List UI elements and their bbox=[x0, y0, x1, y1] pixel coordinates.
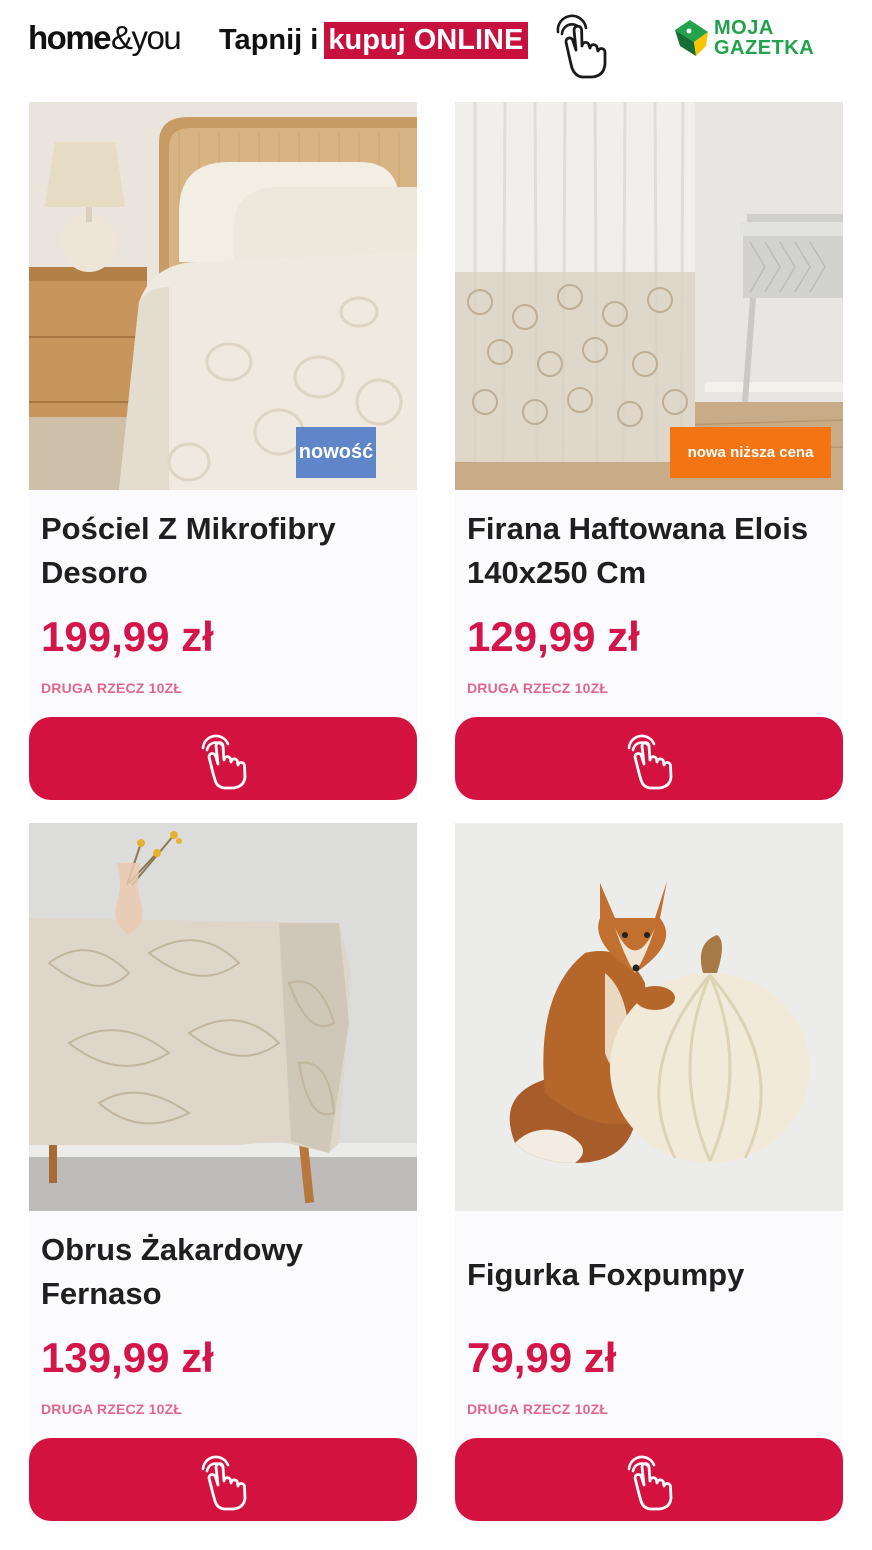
home-and-you-logo[interactable]: home&you bbox=[28, 18, 182, 58]
product-title[interactable]: Obrus Żakardowy Fernaso bbox=[41, 1228, 411, 1316]
hand-pointer-icon bbox=[627, 1455, 673, 1510]
promo-label: DRUGA RZECZ 10ZŁ bbox=[467, 1401, 609, 1417]
hand-pointer-icon bbox=[201, 734, 247, 789]
moja-gazetka-logo[interactable]: MOJA GAZETKA bbox=[672, 18, 847, 64]
promo-label: DRUGA RZECZ 10ZŁ bbox=[467, 680, 609, 696]
hand-pointer-icon bbox=[201, 1455, 247, 1510]
promo-label: DRUGA RZECZ 10ZŁ bbox=[41, 680, 183, 696]
buy-online-button[interactable] bbox=[29, 1438, 417, 1521]
product-price: 139,99 zł bbox=[41, 1334, 214, 1381]
product-image[interactable]: nowość bbox=[29, 102, 417, 490]
hand-pointer-icon bbox=[627, 734, 673, 789]
product-card[interactable]: nowość Pościel Z Mikrofibry Desoro 199,9… bbox=[29, 102, 417, 800]
product-card[interactable]: Figurka Foxpumpy 79,99 zł DRUGA RZECZ 10… bbox=[455, 823, 843, 1521]
buy-online-button[interactable] bbox=[455, 717, 843, 800]
page-header: home&you Tapnij i kupuj ONLINE MOJA GAZE… bbox=[0, 0, 872, 92]
product-title[interactable]: Firana Haftowana Elois 140x250 Cm bbox=[467, 507, 837, 595]
shop-online-banner[interactable]: Tapnij i kupuj ONLINE bbox=[219, 21, 529, 59]
lower-price-badge: nowa niższa cena bbox=[670, 427, 831, 478]
product-card[interactable]: Obrus Żakardowy Fernaso 139,99 zł DRUGA … bbox=[29, 823, 417, 1521]
partner-line-2: GAZETKA bbox=[714, 37, 815, 59]
product-image[interactable]: nowa niższa cena bbox=[455, 102, 843, 490]
product-image[interactable] bbox=[29, 823, 417, 1211]
product-card[interactable]: nowa niższa cena Firana Haftowana Elois … bbox=[455, 102, 843, 800]
brand-name-bold: home bbox=[28, 19, 112, 56]
new-badge: nowość bbox=[296, 427, 376, 478]
product-image[interactable] bbox=[455, 823, 843, 1211]
brand-name-light: &you bbox=[111, 19, 182, 56]
product-title[interactable]: Figurka Foxpumpy bbox=[467, 1253, 837, 1297]
tag-icon bbox=[675, 20, 708, 56]
product-price: 79,99 zł bbox=[467, 1334, 617, 1381]
product-price: 129,99 zł bbox=[467, 613, 640, 660]
tagline-highlight: kupuj ONLINE bbox=[324, 21, 529, 59]
buy-online-button[interactable] bbox=[455, 1438, 843, 1521]
product-title[interactable]: Pościel Z Mikrofibry Desoro bbox=[41, 507, 411, 595]
partner-line-1: MOJA bbox=[714, 17, 774, 39]
tagline-prefix: Tapnij i bbox=[219, 23, 319, 56]
product-price: 199,99 zł bbox=[41, 613, 214, 660]
promo-label: DRUGA RZECZ 10ZŁ bbox=[41, 1401, 183, 1417]
hand-pointer-icon[interactable] bbox=[552, 10, 610, 80]
buy-online-button[interactable] bbox=[29, 717, 417, 800]
